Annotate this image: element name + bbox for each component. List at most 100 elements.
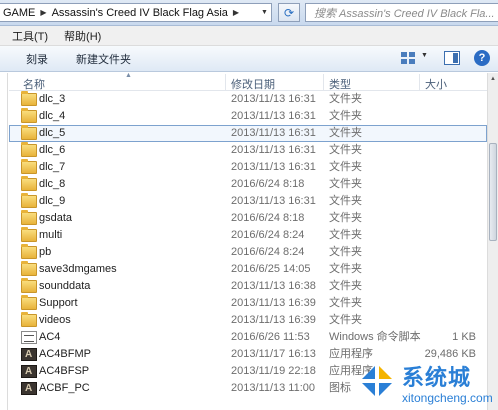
search-input[interactable]: 搜索 Assassin's Creed IV Black Fla... bbox=[305, 3, 498, 22]
file-row[interactable]: gsdata 2016/6/24 8:18 文件夹 bbox=[9, 210, 487, 227]
column-size[interactable]: 大小 bbox=[425, 76, 447, 92]
file-name: pb bbox=[39, 246, 52, 258]
breadcrumb-game[interactable]: GAME bbox=[3, 7, 35, 19]
file-date: 2016/6/24 8:18 bbox=[231, 178, 305, 190]
menu-tools[interactable]: 工具(T) bbox=[12, 28, 48, 44]
command-toolbar: 刻录 新建文件夹 ▼ ? bbox=[0, 46, 498, 72]
folder-icon bbox=[21, 278, 37, 293]
app-icon bbox=[21, 363, 37, 380]
file-row[interactable]: dlc_7 2013/11/13 16:31 文件夹 bbox=[9, 159, 487, 176]
file-date: 2013/11/13 16:31 bbox=[231, 161, 316, 173]
file-date: 2016/6/26 11:53 bbox=[231, 331, 310, 343]
app-icon bbox=[21, 346, 37, 363]
folder-icon bbox=[21, 244, 37, 259]
scroll-up-icon[interactable]: ▲ bbox=[488, 73, 498, 85]
file-type: Windows 命令脚本 bbox=[329, 331, 421, 343]
file-name: dlc_4 bbox=[39, 110, 66, 122]
address-field[interactable]: GAME ▶ Assassin's Creed IV Black Flag As… bbox=[0, 3, 272, 22]
file-date: 2016/6/25 14:05 bbox=[231, 263, 311, 275]
column-divider[interactable] bbox=[419, 74, 420, 90]
file-row[interactable]: dlc_6 2013/11/13 16:31 文件夹 bbox=[9, 142, 487, 159]
folder-icon bbox=[21, 159, 37, 174]
folder-icon bbox=[21, 108, 37, 123]
file-type: 文件夹 bbox=[329, 314, 362, 326]
file-type: 文件夹 bbox=[329, 229, 362, 241]
file-date: 2013/11/13 16:31 bbox=[231, 144, 316, 156]
file-date: 2013/11/13 16:38 bbox=[231, 280, 316, 292]
file-row[interactable]: AC4 2016/6/26 11:53 Windows 命令脚本 1 KB bbox=[9, 329, 487, 346]
refresh-icon: ⟳ bbox=[283, 5, 295, 20]
file-type: 文件夹 bbox=[329, 127, 362, 139]
column-name[interactable]: 名称 bbox=[23, 76, 45, 92]
column-type[interactable]: 类型 bbox=[329, 76, 351, 92]
file-date: 2013/11/13 16:31 bbox=[231, 93, 316, 105]
views-icon[interactable] bbox=[400, 51, 416, 65]
file-type: 文件夹 bbox=[329, 280, 362, 292]
file-type: 文件夹 bbox=[329, 178, 362, 190]
file-row[interactable]: sounddata 2013/11/13 16:38 文件夹 bbox=[9, 278, 487, 295]
folder-icon bbox=[21, 295, 37, 310]
preview-pane-icon[interactable] bbox=[444, 51, 460, 65]
folder-icon bbox=[21, 176, 37, 191]
column-date[interactable]: 修改日期 bbox=[231, 76, 275, 92]
address-dropdown-icon[interactable]: ▼ bbox=[258, 4, 271, 21]
file-date: 2013/11/13 16:31 bbox=[231, 127, 316, 139]
file-name: multi bbox=[39, 229, 63, 241]
file-name: AC4BFSP bbox=[39, 365, 90, 377]
folder-icon bbox=[21, 261, 37, 276]
file-row[interactable]: dlc_8 2016/6/24 8:18 文件夹 bbox=[9, 176, 487, 193]
column-header-row: ▲ 名称 修改日期 类型 大小 bbox=[9, 72, 487, 92]
file-type: 文件夹 bbox=[329, 212, 362, 224]
refresh-button[interactable]: ⟳ bbox=[278, 3, 300, 22]
folder-icon bbox=[21, 142, 37, 157]
scroll-thumb[interactable] bbox=[489, 143, 497, 241]
breadcrumb-chevron-icon[interactable]: ▶ bbox=[233, 8, 239, 17]
file-type: 文件夹 bbox=[329, 263, 362, 275]
file-row[interactable]: videos 2013/11/13 16:39 文件夹 bbox=[9, 312, 487, 329]
file-name: ACBF_PC bbox=[39, 382, 90, 394]
site-watermark: 系统城 xitongcheng.com bbox=[352, 356, 498, 410]
breadcrumb-chevron-icon[interactable]: ▶ bbox=[40, 8, 46, 17]
file-date: 2013/11/13 16:39 bbox=[231, 314, 316, 326]
folder-icon bbox=[21, 210, 37, 225]
breadcrumb-current-folder[interactable]: Assassin's Creed IV Black Flag Asia bbox=[52, 7, 228, 19]
file-name: sounddata bbox=[39, 280, 91, 292]
file-name: dlc_9 bbox=[39, 195, 66, 207]
file-date: 2013/11/13 16:31 bbox=[231, 195, 316, 207]
watermark-title: 系统城 bbox=[402, 366, 472, 391]
file-name: videos bbox=[39, 314, 71, 326]
menu-help[interactable]: 帮助(H) bbox=[64, 28, 101, 44]
file-name: Support bbox=[39, 297, 78, 309]
file-row[interactable]: dlc_5 2013/11/13 16:31 文件夹 bbox=[9, 125, 487, 142]
views-dropdown-icon[interactable]: ▼ bbox=[421, 52, 428, 59]
file-type: 文件夹 bbox=[329, 246, 362, 258]
file-date: 2013/11/13 16:31 bbox=[231, 110, 316, 122]
file-row[interactable]: pb 2016/6/24 8:24 文件夹 bbox=[9, 244, 487, 261]
column-divider[interactable] bbox=[225, 74, 226, 90]
file-list: dlc_3 2013/11/13 16:31 文件夹 dlc_4 2013/11/13 … bbox=[9, 91, 487, 397]
burn-button[interactable]: 刻录 bbox=[26, 51, 48, 67]
file-type: 文件夹 bbox=[329, 93, 362, 105]
file-row[interactable]: Support 2013/11/13 16:39 文件夹 bbox=[9, 295, 487, 312]
file-name: dlc_3 bbox=[39, 93, 66, 105]
new-folder-button[interactable]: 新建文件夹 bbox=[76, 51, 131, 67]
file-name: AC4BFMP bbox=[39, 348, 91, 360]
file-name: gsdata bbox=[39, 212, 73, 224]
folder-icon bbox=[21, 125, 37, 140]
file-row[interactable]: dlc_9 2013/11/13 16:31 文件夹 bbox=[9, 193, 487, 210]
help-icon[interactable]: ? bbox=[474, 50, 490, 66]
file-name: save3dmgames bbox=[39, 263, 117, 275]
file-row[interactable]: save3dmgames 2016/6/25 14:05 文件夹 bbox=[9, 261, 487, 278]
file-row[interactable]: multi 2016/6/24 8:24 文件夹 bbox=[9, 227, 487, 244]
file-row[interactable]: dlc_4 2013/11/13 16:31 文件夹 bbox=[9, 108, 487, 125]
file-name: dlc_6 bbox=[39, 144, 66, 156]
column-divider[interactable] bbox=[323, 74, 324, 90]
navigation-pane[interactable] bbox=[0, 73, 8, 410]
xitongcheng-logo-icon bbox=[360, 364, 394, 398]
address-bar-area: GAME ▶ Assassin's Creed IV Black Flag As… bbox=[0, 0, 498, 26]
file-date: 2016/6/24 8:24 bbox=[231, 229, 305, 241]
file-type: 文件夹 bbox=[329, 144, 362, 156]
file-date: 2013/11/13 11:00 bbox=[231, 382, 316, 394]
file-name: AC4 bbox=[39, 331, 61, 343]
file-row[interactable]: dlc_3 2013/11/13 16:31 文件夹 bbox=[9, 91, 487, 108]
